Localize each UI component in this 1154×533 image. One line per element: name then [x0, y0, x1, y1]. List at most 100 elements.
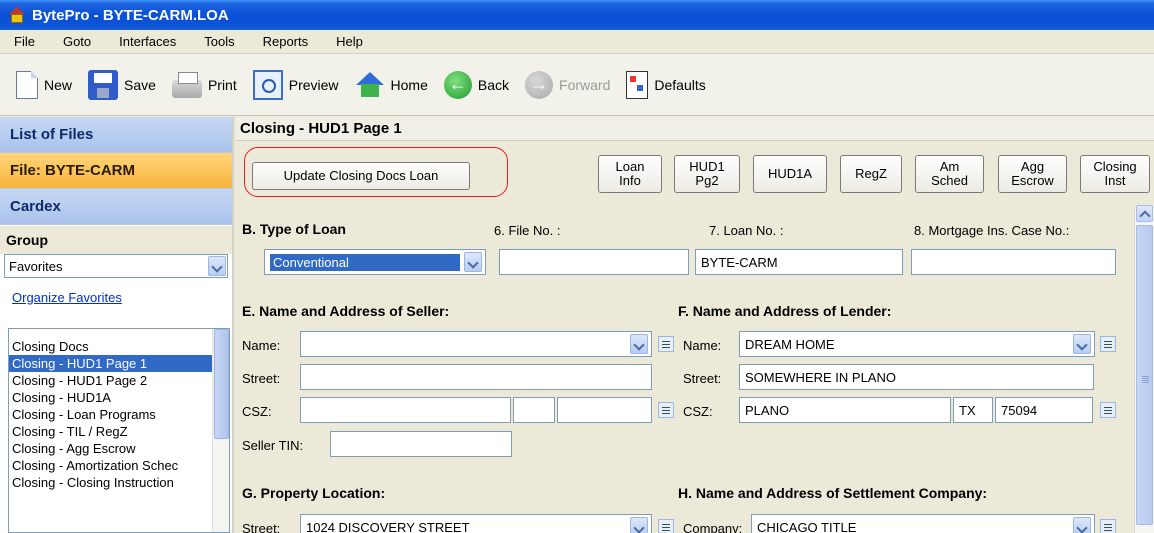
am-sched-button[interactable]: Am Sched	[915, 155, 984, 193]
seller-csz-notes-icon[interactable]	[658, 402, 674, 418]
home-button[interactable]: Home	[355, 63, 428, 107]
property-location-header: G. Property Location:	[242, 485, 386, 501]
btn-line: Loan	[615, 159, 645, 174]
seller-tin-label: Seller TIN:	[242, 438, 304, 453]
lender-city-input[interactable]: PLANO	[739, 397, 951, 423]
organize-favorites-link[interactable]: Organize Favorites	[0, 284, 232, 310]
list-item-selected[interactable]: Closing - HUD1 Page 1	[9, 355, 229, 372]
form-scrollbar[interactable]	[1134, 205, 1154, 533]
lender-name-select[interactable]: DREAM HOME	[739, 331, 1095, 357]
lender-name-value: DREAM HOME	[745, 336, 835, 352]
btn-line: Escrow	[1011, 173, 1054, 188]
save-button[interactable]: Save	[88, 63, 156, 107]
seller-street-input[interactable]	[300, 364, 652, 390]
seller-zip-input[interactable]	[557, 397, 652, 423]
new-button[interactable]: New	[10, 63, 72, 107]
chevron-down-icon[interactable]	[464, 252, 482, 272]
chevron-down-icon[interactable]	[1073, 334, 1091, 354]
list-item[interactable]: Closing - Agg Escrow	[9, 440, 229, 457]
chevron-down-icon[interactable]	[1073, 517, 1091, 533]
cardex-header[interactable]: Cardex	[0, 189, 232, 225]
home-label: Home	[390, 76, 428, 93]
seller-header: E. Name and Address of Seller:	[242, 303, 450, 319]
seller-state-input[interactable]	[513, 397, 555, 423]
lender-csz-notes-icon[interactable]	[1100, 402, 1116, 418]
company-select[interactable]: CHICAGO TITLE	[751, 514, 1095, 533]
forward-button[interactable]: → Forward	[525, 63, 610, 107]
lender-notes-icon[interactable]	[1100, 336, 1116, 352]
list-item[interactable]: Closing - HUD1A	[9, 389, 229, 406]
lender-zip-input[interactable]: 75094	[995, 397, 1093, 423]
mortgage-case-label: 8. Mortgage Ins. Case No.:	[914, 223, 1070, 238]
scrollbar-thumb[interactable]	[214, 329, 229, 439]
group-select[interactable]: Favorites	[4, 254, 228, 278]
forward-arrow-icon: →	[525, 70, 554, 99]
scrollbar-thumb[interactable]	[1136, 225, 1153, 525]
agg-escrow-button[interactable]: Agg Escrow	[998, 155, 1067, 193]
title-bar: BytePro - BYTE-CARM.LOA	[0, 0, 1154, 30]
back-button[interactable]: ← Back	[443, 63, 510, 107]
loan-type-select[interactable]: Conventional	[264, 249, 486, 275]
loan-no-input[interactable]: BYTE-CARM	[695, 249, 903, 275]
lender-name-label: Name:	[683, 338, 722, 353]
menu-reports[interactable]: Reports	[255, 34, 317, 49]
preview-button[interactable]: Preview	[252, 63, 339, 107]
group-select-value: Favorites	[9, 258, 63, 274]
hud1a-button[interactable]: HUD1A	[753, 155, 827, 193]
seller-city-input[interactable]	[300, 397, 511, 423]
file-no-input[interactable]	[499, 249, 689, 275]
new-document-icon	[16, 70, 38, 99]
menu-tools[interactable]: Tools	[196, 34, 242, 49]
loan-type-value: Conventional	[270, 253, 460, 271]
list-item[interactable]: Closing - Loan Programs	[9, 406, 229, 423]
seller-tin-input[interactable]	[330, 431, 512, 457]
menu-interfaces[interactable]: Interfaces	[111, 34, 184, 49]
sidebar: List of Files File: BYTE-CARM Cardex Gro…	[0, 117, 234, 533]
back-label: Back	[477, 76, 510, 93]
grip-icon	[1142, 376, 1149, 377]
favorites-list: Closing Docs Closing - HUD1 Page 1 Closi…	[8, 328, 230, 533]
property-street-select[interactable]: 1024 DISCOVERY STREET	[300, 514, 652, 533]
closing-inst-button[interactable]: Closing Inst	[1080, 155, 1150, 193]
list-item[interactable]: Closing - Amortization Schec	[9, 457, 229, 474]
update-closing-docs-button[interactable]: Update Closing Docs Loan	[252, 162, 470, 190]
list-item[interactable]: Closing Docs	[9, 338, 229, 355]
company-notes-icon[interactable]	[1100, 519, 1116, 533]
btn-line: Pg2	[695, 173, 719, 188]
regz-button[interactable]: RegZ	[840, 155, 902, 193]
list-item[interactable]: Closing - TIL / RegZ	[9, 423, 229, 440]
loan-no-label: 7. Loan No. :	[709, 223, 784, 238]
defaults-icon	[626, 70, 649, 99]
chevron-down-icon[interactable]	[630, 517, 648, 533]
loan-info-button[interactable]: Loan Info	[598, 155, 662, 193]
menu-help[interactable]: Help	[328, 34, 371, 49]
scroll-up-icon[interactable]	[1136, 205, 1153, 222]
menu-goto[interactable]: Goto	[55, 34, 99, 49]
list-of-files-header[interactable]: List of Files	[0, 117, 232, 153]
print-button[interactable]: Print	[171, 63, 237, 107]
list-item[interactable]: Closing - Closing Instruction	[9, 474, 229, 491]
seller-notes-icon[interactable]	[658, 336, 674, 352]
seller-name-select[interactable]	[300, 331, 652, 357]
seller-name-label: Name:	[242, 338, 281, 353]
chevron-down-icon[interactable]	[630, 334, 648, 354]
list-scrollbar[interactable]	[212, 329, 229, 532]
seller-csz-label: CSZ:	[242, 404, 272, 419]
property-notes-icon[interactable]	[658, 519, 674, 533]
magnifier-icon	[252, 69, 283, 100]
window-title: BytePro - BYTE-CARM.LOA	[32, 6, 229, 24]
chevron-down-icon[interactable]	[208, 256, 226, 276]
mortgage-case-input[interactable]	[911, 249, 1116, 275]
defaults-button[interactable]: Defaults	[626, 63, 706, 107]
lender-state-input[interactable]: TX	[953, 397, 993, 423]
floppy-disk-icon	[88, 69, 119, 100]
hud1-pg2-button[interactable]: HUD1 Pg2	[674, 155, 740, 193]
lender-street-input[interactable]: SOMEWHERE IN PLANO	[739, 364, 1094, 390]
list-item[interactable]: Closing - HUD1 Page 2	[9, 372, 229, 389]
save-label: Save	[124, 76, 156, 93]
menu-file[interactable]: File	[6, 34, 43, 49]
current-file-header[interactable]: File: BYTE-CARM	[0, 153, 232, 189]
lender-csz-label: CSZ:	[683, 404, 713, 419]
lender-street-label: Street:	[683, 371, 722, 386]
property-street-value: 1024 DISCOVERY STREET	[306, 519, 470, 533]
